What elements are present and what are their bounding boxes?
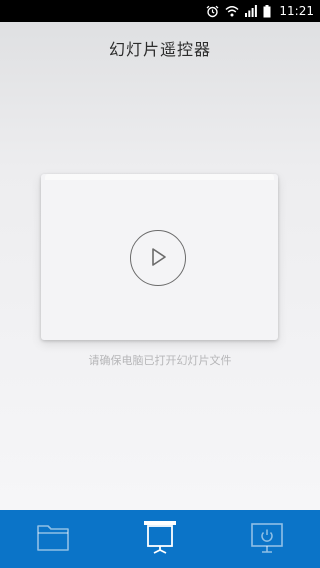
battery-icon	[263, 4, 271, 18]
play-button[interactable]	[130, 230, 186, 286]
status-icons: 11:21	[206, 0, 314, 22]
tab-power[interactable]	[214, 510, 320, 568]
status-bar: 11:21	[0, 0, 320, 22]
app-screen: 幻灯片遥控器 请确保电脑已打开幻灯片文件	[0, 22, 320, 510]
folder-icon	[37, 525, 69, 551]
bottom-nav	[0, 510, 320, 568]
slide-preview-card[interactable]	[41, 174, 278, 340]
presentation-screen-icon	[144, 521, 176, 554]
page-title: 幻灯片遥控器	[108, 40, 211, 59]
tab-files[interactable]	[0, 510, 107, 568]
tab-slides[interactable]	[107, 510, 214, 568]
power-monitor-icon	[251, 523, 283, 553]
card-top-edge	[45, 174, 274, 180]
wifi-icon	[225, 5, 239, 17]
play-icon	[152, 248, 166, 266]
alarm-icon	[206, 5, 219, 18]
status-time: 11:21	[279, 4, 314, 18]
hint-text: 请确保电脑已打开幻灯片文件	[88, 354, 232, 367]
signal-icon	[245, 5, 258, 17]
